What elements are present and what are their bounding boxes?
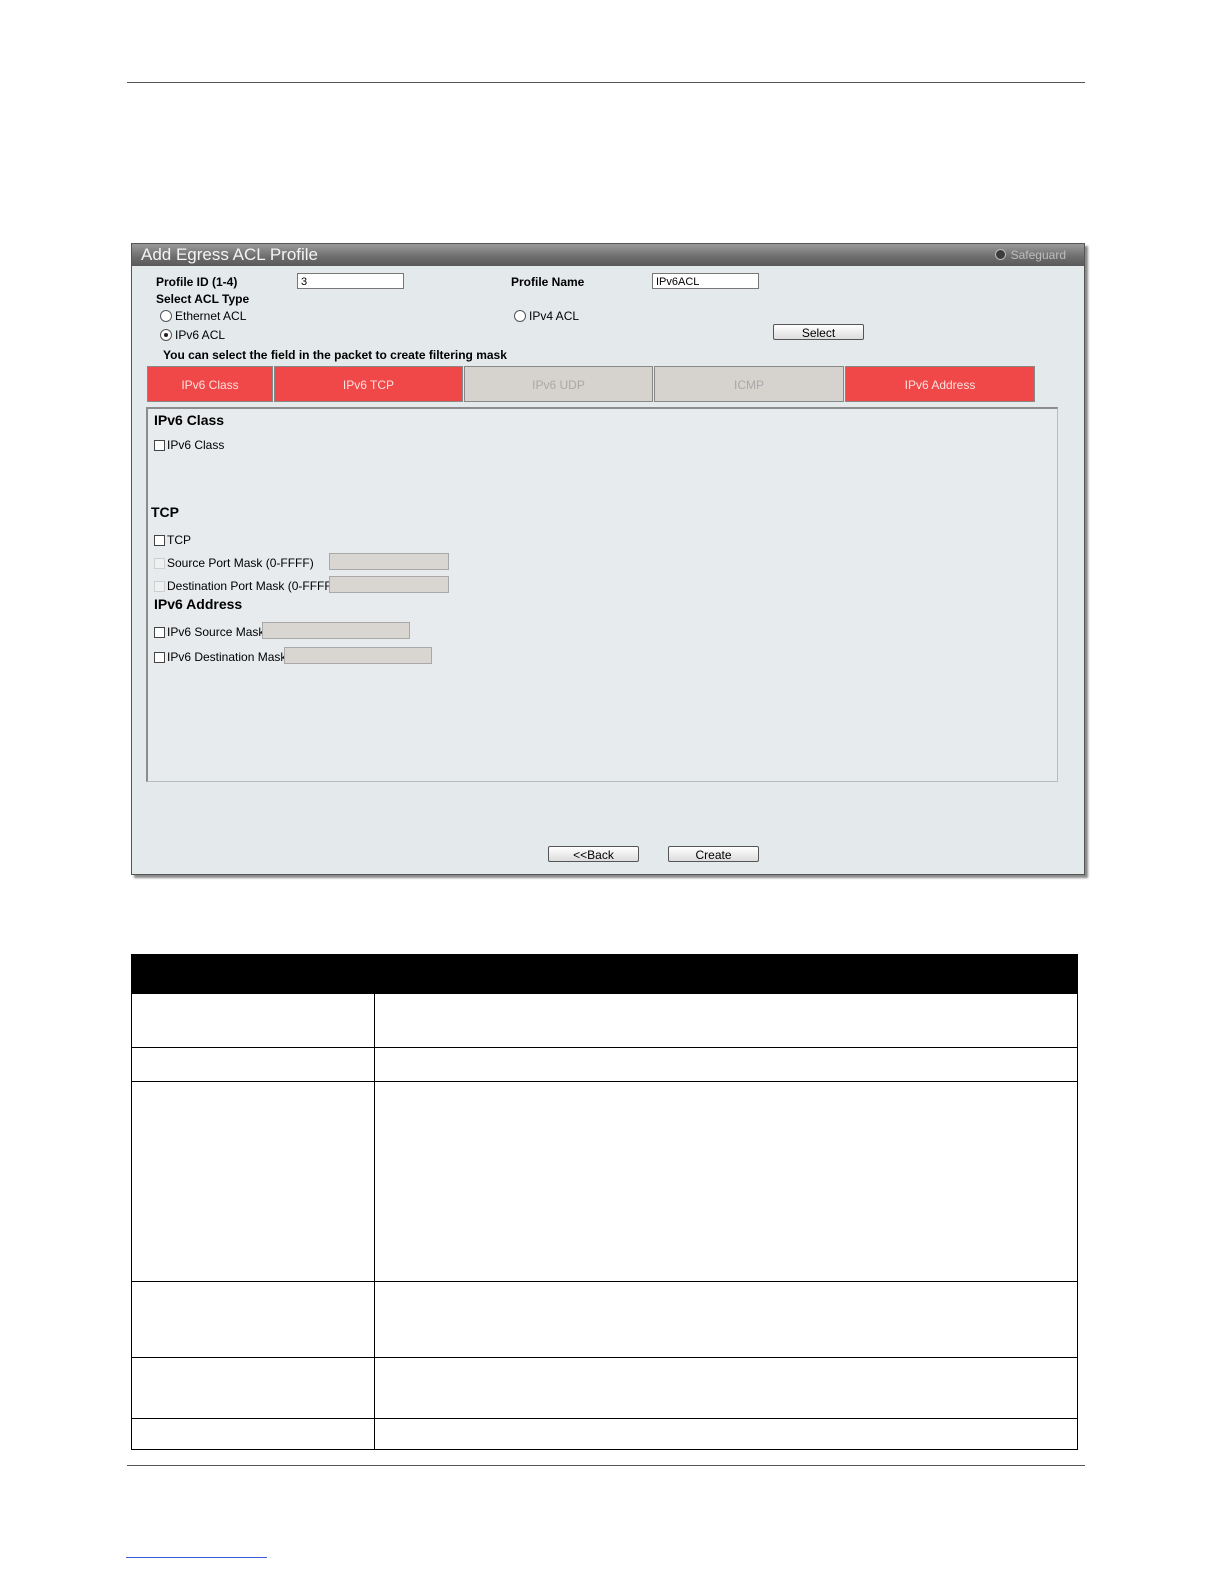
window-title: Add Egress ACL Profile (141, 245, 319, 264)
add-egress-acl-profile-window: Add Egress ACL Profile Safeguard Profile… (131, 243, 1085, 875)
footer-rule (127, 1465, 1085, 1466)
tcp-checkbox[interactable] (154, 535, 165, 546)
table-cell (131, 1418, 375, 1450)
filter-mask-hint: You can select the field in the packet t… (163, 348, 507, 362)
tcp-checkbox-label: TCP (167, 533, 191, 547)
ipv6-address-section-title: IPv6 Address (154, 596, 243, 612)
source-port-mask-label: Source Port Mask (0-FFFF) (167, 556, 314, 570)
profile-id-input[interactable]: 3 (297, 273, 404, 289)
table-cell (374, 1418, 1078, 1450)
header-rule (127, 82, 1085, 83)
tab-ipv6-udp[interactable]: IPv6 UDP (464, 366, 653, 402)
table-row (131, 1281, 1078, 1358)
ipv6-class-checkbox[interactable] (154, 440, 165, 451)
table-cell (131, 1281, 375, 1358)
source-port-mask-row: Source Port Mask (0-FFFF) (154, 556, 314, 570)
safeguard-label: Safeguard (1010, 248, 1066, 262)
radio-ipv4-circle[interactable] (514, 310, 526, 322)
table-cell (374, 993, 1078, 1048)
ipv6-source-mask-row[interactable]: IPv6 Source Mask (154, 625, 264, 639)
select-acl-type-label: Select ACL Type (156, 292, 250, 306)
table-row (131, 1357, 1078, 1419)
footer-link-underline[interactable] (126, 1557, 267, 1558)
back-button[interactable]: <<Back (548, 846, 639, 862)
table-cell (374, 1281, 1078, 1358)
safeguard-icon (994, 249, 1006, 260)
ipv6-source-mask-label: IPv6 Source Mask (167, 625, 265, 639)
tab-icmp[interactable]: ICMP (654, 366, 844, 402)
radio-ipv6-label: IPv6 ACL (175, 328, 226, 342)
table-header-cell (374, 954, 1078, 994)
radio-ipv6-acl[interactable]: IPv6 ACL (160, 328, 225, 342)
filter-fields-panel: IPv6 Class IPv6 Class TCP TCP Source Por… (146, 407, 1058, 782)
source-port-mask-checkbox (154, 558, 165, 569)
table-header-cell (131, 954, 375, 994)
destination-port-mask-label: Destination Port Mask (0-FFFF) (167, 579, 336, 593)
create-button[interactable]: Create (668, 846, 759, 862)
ipv6-source-mask-input (262, 622, 410, 639)
radio-ipv4-acl[interactable]: IPv4 ACL (514, 309, 579, 323)
radio-ethernet-acl[interactable]: Ethernet ACL (160, 309, 246, 323)
radio-ethernet-label: Ethernet ACL (175, 309, 247, 323)
tcp-section-title: TCP (151, 504, 179, 520)
tab-ipv6-tcp[interactable]: IPv6 TCP (274, 366, 463, 402)
table-row (131, 993, 1078, 1048)
profile-id-label: Profile ID (1-4) (156, 275, 238, 289)
tab-ipv6-address[interactable]: IPv6 Address (845, 366, 1035, 402)
destination-port-mask-checkbox (154, 581, 165, 592)
parameter-table (131, 954, 1078, 1450)
ipv6-class-checkbox-label: IPv6 Class (167, 438, 225, 452)
radio-ipv4-label: IPv4 ACL (529, 309, 580, 323)
ipv6-source-mask-checkbox[interactable] (154, 627, 165, 638)
tcp-checkbox-row[interactable]: TCP (154, 533, 191, 547)
table-cell (131, 1081, 375, 1282)
profile-name-label: Profile Name (511, 275, 585, 289)
table-cell (374, 1081, 1078, 1282)
table-cell (374, 1047, 1078, 1082)
table-row (131, 1047, 1078, 1082)
table-cell (131, 993, 375, 1048)
ipv6-destination-mask-row[interactable]: IPv6 Destination Mask (154, 650, 286, 664)
destination-port-mask-input (329, 576, 449, 593)
ipv6-class-section-title: IPv6 Class (154, 412, 225, 428)
select-button[interactable]: Select (773, 324, 864, 340)
window-titlebar: Add Egress ACL Profile Safeguard (132, 244, 1084, 266)
table-cell (131, 1357, 375, 1419)
table-row (131, 1418, 1078, 1450)
ipv6-class-checkbox-row[interactable]: IPv6 Class (154, 438, 224, 452)
table-row (131, 1081, 1078, 1282)
tab-ipv6-class[interactable]: IPv6 Class (147, 366, 273, 402)
ipv6-destination-mask-label: IPv6 Destination Mask (167, 650, 287, 664)
source-port-mask-input (329, 553, 449, 570)
safeguard-indicator: Safeguard (994, 247, 1066, 263)
ipv6-destination-mask-input (284, 647, 432, 664)
radio-ipv6-circle-selected[interactable] (160, 329, 172, 341)
destination-port-mask-row: Destination Port Mask (0-FFFF) (154, 579, 336, 593)
ipv6-destination-mask-checkbox[interactable] (154, 652, 165, 663)
radio-ethernet-circle[interactable] (160, 310, 172, 322)
table-cell (374, 1357, 1078, 1419)
profile-name-input[interactable]: IPv6ACL (652, 273, 759, 289)
table-header-row (131, 954, 1078, 994)
table-cell (131, 1047, 375, 1082)
